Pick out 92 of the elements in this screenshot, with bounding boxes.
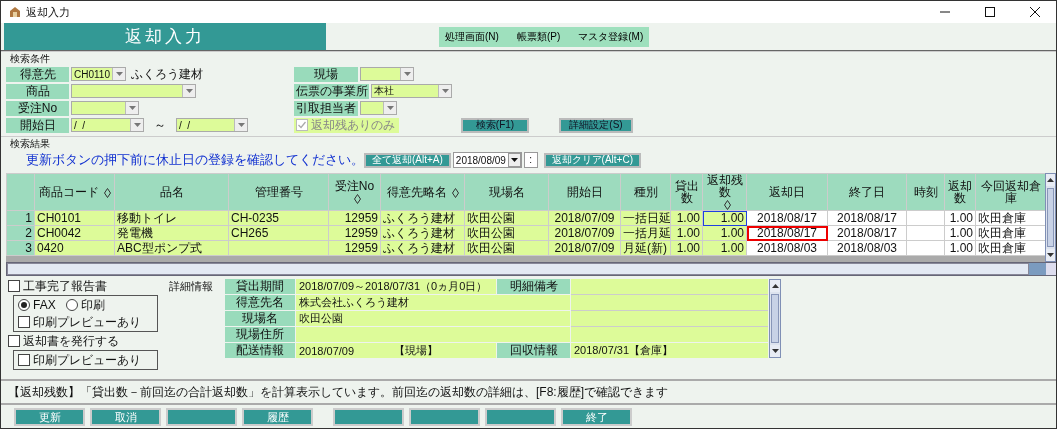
scroll-up-icon[interactable]: [771, 284, 779, 288]
time-field[interactable]: :: [523, 152, 538, 168]
detail-label: 得意先名: [225, 295, 295, 310]
column-header[interactable]: 商品コード: [34, 173, 115, 211]
settings-button[interactable]: 詳細設定(S): [559, 117, 633, 133]
checkbox[interactable]: [18, 354, 30, 366]
date-field[interactable]: 2018/08/09: [452, 152, 522, 168]
radio-button[interactable]: [18, 299, 30, 311]
maximize-icon[interactable]: [984, 6, 996, 18]
column-header: 品名: [114, 173, 229, 211]
radio-label: 印刷: [80, 298, 105, 312]
field-label: 得意先: [6, 66, 69, 82]
horizontal-scrollbar[interactable]: [6, 262, 1056, 276]
checkbox[interactable]: [18, 316, 30, 328]
detail-label: 明細備考: [497, 279, 570, 294]
field-label: 受注No: [6, 100, 69, 116]
detail-label: 回収情報: [497, 343, 570, 358]
column-header[interactable]: 得意先略名: [380, 173, 465, 211]
column-header: 開始日: [548, 173, 621, 211]
site-field[interactable]: [360, 67, 414, 81]
field-label: 現場: [294, 66, 358, 82]
detail-label: 貸出期間: [225, 279, 295, 294]
detail-label: 現場名: [225, 311, 295, 326]
column-header: 今回返却倉庫: [975, 173, 1046, 211]
field-label: 開始日: [6, 117, 69, 133]
section-heading: 検索結果: [1, 136, 1056, 150]
detail-value: 2018/07/09～2018/07/31（0ヵ月0日）: [296, 279, 496, 294]
radio-label: FAX: [33, 298, 56, 312]
end-date-field[interactable]: / /: [176, 118, 248, 132]
function-key[interactable]: [166, 407, 237, 426]
detail-value: 吹田公園: [296, 311, 570, 326]
function-key[interactable]: [485, 407, 556, 426]
remarks-field[interactable]: [571, 279, 768, 342]
sort-icon[interactable]: [353, 193, 361, 204]
menu-item[interactable]: 帳票類(P): [516, 29, 561, 44]
detail-label: 現場住所: [225, 327, 295, 342]
checkbox-label: 返却残ありのみ: [311, 116, 395, 134]
checkbox[interactable]: [8, 280, 20, 292]
order-number-field[interactable]: [71, 101, 139, 115]
column-header[interactable]: 返却残数: [702, 173, 747, 211]
range-separator: ～: [154, 116, 166, 134]
product-field[interactable]: [71, 84, 196, 98]
office-field[interactable]: 本社: [371, 84, 452, 98]
vertical-scrollbar[interactable]: [769, 279, 781, 358]
sort-icon[interactable]: [451, 187, 459, 198]
column-header: 管理番号: [228, 173, 329, 211]
staff-field[interactable]: [360, 101, 397, 115]
column-header: 終了日: [827, 173, 907, 211]
detail-label: 配送情報: [225, 343, 295, 358]
column-header: 種別: [620, 173, 671, 211]
screen-title: 返却入力: [4, 23, 326, 50]
delivery-place: 【現場】: [394, 343, 439, 358]
scroll-down-icon[interactable]: [1047, 253, 1054, 257]
checkbox-label: 返却書を発行する: [23, 334, 119, 348]
function-key[interactable]: [333, 407, 404, 426]
menu-item[interactable]: マスタ登録(M): [578, 29, 644, 44]
field-label: 商品: [6, 83, 69, 99]
detail-value: 2018/07/31【倉庫】: [571, 343, 768, 358]
checkbox-label: 印刷プレビューあり: [33, 353, 141, 367]
customer-code-field[interactable]: CH0110: [71, 67, 126, 81]
vertical-scrollbar[interactable]: [1045, 173, 1056, 262]
dropdown-arrow-icon[interactable]: [510, 158, 518, 162]
customer-name: ふくろう建材: [131, 65, 203, 83]
field-label: 引取担当者: [294, 100, 358, 116]
section-heading: 検索条件: [1, 51, 1056, 65]
detail-value: 株式会社ふくろう建材: [296, 295, 570, 310]
app-icon: [9, 6, 21, 18]
column-header: 時刻: [906, 173, 945, 211]
column-header: 貸出数: [670, 173, 703, 211]
sort-icon[interactable]: [103, 187, 111, 198]
field-label: 伝票の事業所: [294, 83, 369, 99]
start-date-field[interactable]: / /: [71, 118, 144, 132]
column-header: 返却日: [746, 173, 828, 211]
column-header[interactable]: 受注No: [328, 173, 381, 211]
menu-item[interactable]: 処理画面(N): [445, 29, 499, 44]
notice-text: 更新ボタンの押下前に休止日の登録を確認してください。: [26, 151, 364, 169]
section-heading: 詳細情報: [169, 279, 214, 294]
scroll-up-icon[interactable]: [1047, 178, 1054, 182]
scroll-down-icon[interactable]: [771, 349, 779, 353]
close-icon[interactable]: [1029, 6, 1041, 18]
search-button[interactable]: 検索(F1): [461, 117, 529, 133]
delivery-date: 2018/07/09: [299, 344, 355, 357]
column-header: 現場名: [464, 173, 549, 211]
checkbox-label: 印刷プレビューあり: [33, 315, 141, 329]
status-message: 【返却残数】「貸出数－前回迄の合計返却数」を計算表示しています。前回迄の返却数の詳細は、[F8:履歴]で確認できます: [8, 383, 668, 401]
window-title: 返却入力: [26, 4, 70, 20]
checkbox-label: 工事完了報告書: [23, 279, 107, 293]
column-header: 返却数: [944, 173, 976, 211]
checkbox[interactable]: [8, 335, 20, 347]
function-key[interactable]: [409, 407, 480, 426]
radio-button[interactable]: [65, 299, 78, 311]
sort-icon[interactable]: [723, 199, 731, 210]
